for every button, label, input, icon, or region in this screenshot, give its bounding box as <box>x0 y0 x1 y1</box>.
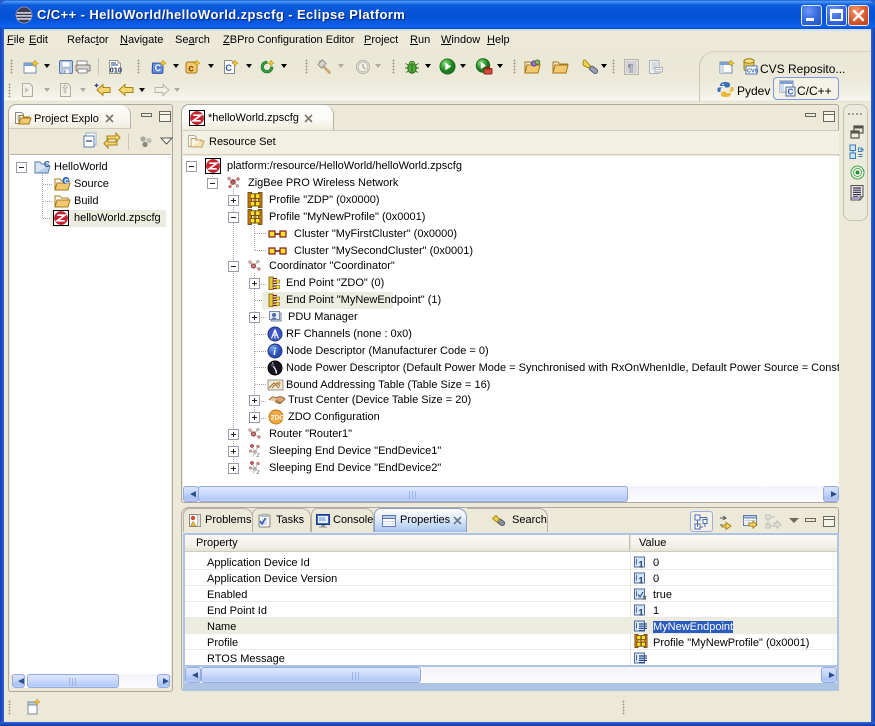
svg-text:C: C <box>155 63 162 73</box>
svg-text:CVS: CVS <box>747 69 758 75</box>
svg-text:i: i <box>273 347 276 358</box>
svg-text:010: 010 <box>110 66 123 75</box>
svg-text:C: C <box>44 160 50 169</box>
svg-text:¶: ¶ <box>628 63 634 75</box>
svg-text:C: C <box>64 178 69 185</box>
svg-text:C: C <box>225 63 232 73</box>
svg-text:ZDO: ZDO <box>271 415 284 422</box>
svg-text:c: c <box>188 64 194 75</box>
svg-text:C: C <box>788 88 794 97</box>
